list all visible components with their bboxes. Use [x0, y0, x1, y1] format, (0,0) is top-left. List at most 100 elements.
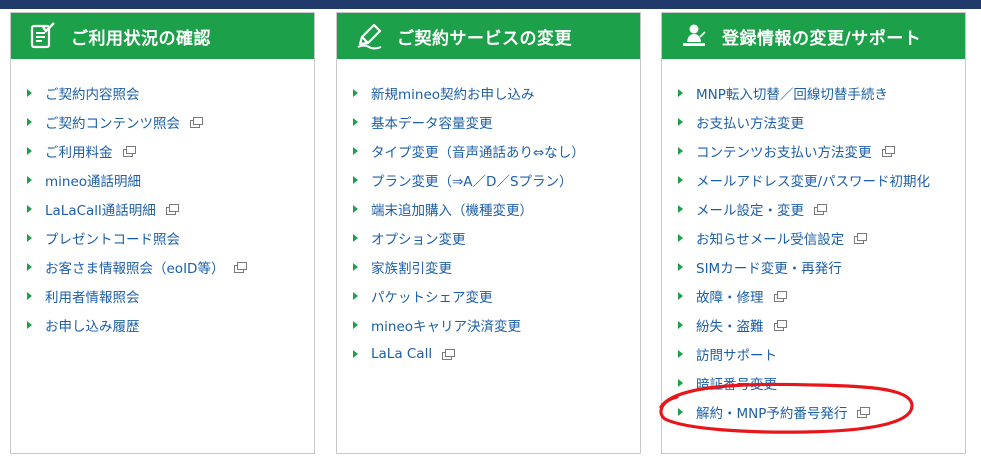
arrow-right-icon: [353, 233, 358, 242]
support-person-icon: [680, 22, 708, 50]
arrow-right-icon: [27, 291, 32, 300]
menu-item[interactable]: 端末追加購入（機種変更）: [353, 194, 640, 223]
external-window-icon: [773, 290, 787, 302]
menu-item[interactable]: 家族割引変更: [353, 252, 640, 281]
menu-item-label: 暗証番号変更: [696, 376, 777, 393]
pencil-edit-icon: [355, 22, 383, 50]
panel-registration: 登録情報の変更/サポート MNP転入切替／回線切替手続き お支払い方法変更 コン…: [661, 12, 966, 454]
menu-item[interactable]: パケットシェア変更: [353, 281, 640, 310]
external-window-icon: [814, 203, 827, 215]
external-window-icon: [773, 319, 787, 331]
arrow-right-icon: [353, 88, 358, 97]
menu-item[interactable]: 新規mineo契約お申し込み: [353, 78, 640, 107]
arrow-right-icon: [27, 117, 32, 126]
menu-item-label: LaLaCall通話明細: [45, 202, 156, 219]
menu-item[interactable]: 暗証番号変更: [678, 368, 965, 397]
menu-item-cancel-mnp[interactable]: 解約・MNP予約番号発行: [678, 397, 965, 426]
menu-item-label: プラン変更（⇒A／D／Sプラン）: [371, 173, 573, 190]
arrow-right-icon: [678, 407, 683, 416]
arrow-right-icon: [678, 378, 683, 387]
menu-item-label: 故障・修理: [696, 289, 764, 306]
menu-item-label: お知らせメール受信設定: [696, 231, 845, 248]
external-window-icon: [165, 203, 179, 215]
arrow-right-icon: [353, 146, 358, 155]
menu-item[interactable]: 利用者情報照会: [27, 281, 314, 310]
panel-title: ご契約サービスの変更: [397, 28, 572, 49]
external-window-icon: [122, 145, 136, 157]
menu-item-label: mineo通話明細: [45, 173, 142, 190]
menu-item[interactable]: お申し込み履歴: [27, 310, 314, 339]
menu-item[interactable]: メールアドレス変更/パスワード初期化: [678, 165, 965, 194]
menu-item[interactable]: コンテンツお支払い方法変更: [678, 136, 965, 165]
menu-list-usage: ご契約内容照会 ご契約コンテンツ照会 ご利用料金 mineo通話明細 LaLaC…: [11, 59, 314, 339]
menu-item[interactable]: プラン変更（⇒A／D／Sプラン）: [353, 165, 640, 194]
arrow-right-icon: [27, 233, 32, 242]
menu-item[interactable]: お支払い方法変更: [678, 107, 965, 136]
menu-item-label: プレゼントコード照会: [45, 231, 180, 248]
menu-item-label: パケットシェア変更: [371, 289, 493, 306]
menu-item-label: メールアドレス変更/パスワード初期化: [696, 173, 931, 190]
menu-item-label: 端末追加購入（機種変更）: [371, 202, 533, 219]
menu-item-label: MNP転入切替／回線切替手続き: [696, 86, 888, 103]
panel-title: 登録情報の変更/サポート: [722, 28, 922, 49]
panel-title: ご利用状況の確認: [71, 28, 211, 49]
menu-item[interactable]: MNP転入切替／回線切替手続き: [678, 78, 965, 107]
external-window-icon: [857, 406, 871, 418]
arrow-right-icon: [353, 204, 358, 213]
menu-item-label: お支払い方法変更: [696, 115, 804, 132]
panel-service: ご契約サービスの変更 新規mineo契約お申し込み 基本データ容量変更 タイプ変…: [336, 12, 641, 454]
panel-header-service: ご契約サービスの変更: [337, 13, 640, 59]
arrow-right-icon: [27, 146, 32, 155]
menu-item-label: オプション変更: [371, 231, 466, 248]
panel-header-usage: ご利用状況の確認: [11, 13, 314, 59]
external-window-icon: [442, 348, 456, 360]
menu-item-label: LaLa Call: [371, 345, 433, 362]
menu-item-label: 家族割引変更: [371, 260, 452, 277]
menu-item-label: 基本データ容量変更: [371, 115, 493, 132]
menu-item-label: SIMカード変更・再発行: [696, 260, 842, 277]
arrow-right-icon: [678, 349, 683, 358]
menu-item-label: お客さま情報照会（eoID等）: [45, 260, 225, 277]
arrow-right-icon: [678, 88, 683, 97]
top-navigation-bar: [0, 0, 981, 9]
external-window-icon: [190, 116, 203, 128]
external-window-icon: [234, 261, 248, 273]
menu-item-label: ご利用料金: [45, 144, 113, 161]
checklist-icon: [29, 22, 57, 50]
menu-item-label: 紛失・盗難: [696, 318, 764, 335]
arrow-right-icon: [27, 262, 32, 271]
menu-item[interactable]: mineo通話明細: [27, 165, 314, 194]
menu-item[interactable]: 紛失・盗難: [678, 310, 965, 339]
menu-item[interactable]: SIMカード変更・再発行: [678, 252, 965, 281]
menu-item[interactable]: ご契約コンテンツ照会: [27, 107, 314, 136]
menu-item-label: 解約・MNP予約番号発行: [696, 405, 848, 422]
menu-item[interactable]: LaLa Call: [353, 339, 640, 368]
menu-item[interactable]: 基本データ容量変更: [353, 107, 640, 136]
menu-item[interactable]: mineoキャリア決済変更: [353, 310, 640, 339]
menu-item-label: mineoキャリア決済変更: [371, 318, 522, 335]
menu-list-registration: MNP転入切替／回線切替手続き お支払い方法変更 コンテンツお支払い方法変更 メ…: [662, 59, 965, 426]
menu-item-label: お申し込み履歴: [45, 318, 140, 335]
arrow-right-icon: [27, 88, 32, 97]
arrow-right-icon: [678, 291, 683, 300]
menu-item[interactable]: LaLaCall通話明細: [27, 194, 314, 223]
menu-item[interactable]: メール設定・変更: [678, 194, 965, 223]
menu-item-label: ご契約コンテンツ照会: [45, 115, 180, 132]
menu-item[interactable]: 故障・修理: [678, 281, 965, 310]
menu-item[interactable]: ご契約内容照会: [27, 78, 314, 107]
arrow-right-icon: [678, 117, 683, 126]
menu-item[interactable]: タイプ変更（音声通話あり⇔なし）: [353, 136, 640, 165]
menu-item-label: 利用者情報照会: [45, 289, 140, 306]
arrow-right-icon: [678, 262, 683, 271]
menu-item[interactable]: お知らせメール受信設定: [678, 223, 965, 252]
menu-list-service: 新規mineo契約お申し込み 基本データ容量変更 タイプ変更（音声通話あり⇔なし…: [337, 59, 640, 368]
menu-item-label: コンテンツお支払い方法変更: [696, 144, 872, 161]
menu-item-label: 訪問サポート: [696, 347, 777, 364]
menu-item[interactable]: プレゼントコード照会: [27, 223, 314, 252]
arrow-right-icon: [678, 320, 683, 329]
menu-item[interactable]: お客さま情報照会（eoID等）: [27, 252, 314, 281]
menu-item[interactable]: ご利用料金: [27, 136, 314, 165]
arrow-right-icon: [27, 204, 32, 213]
menu-item[interactable]: オプション変更: [353, 223, 640, 252]
menu-item[interactable]: 訪問サポート: [678, 339, 965, 368]
